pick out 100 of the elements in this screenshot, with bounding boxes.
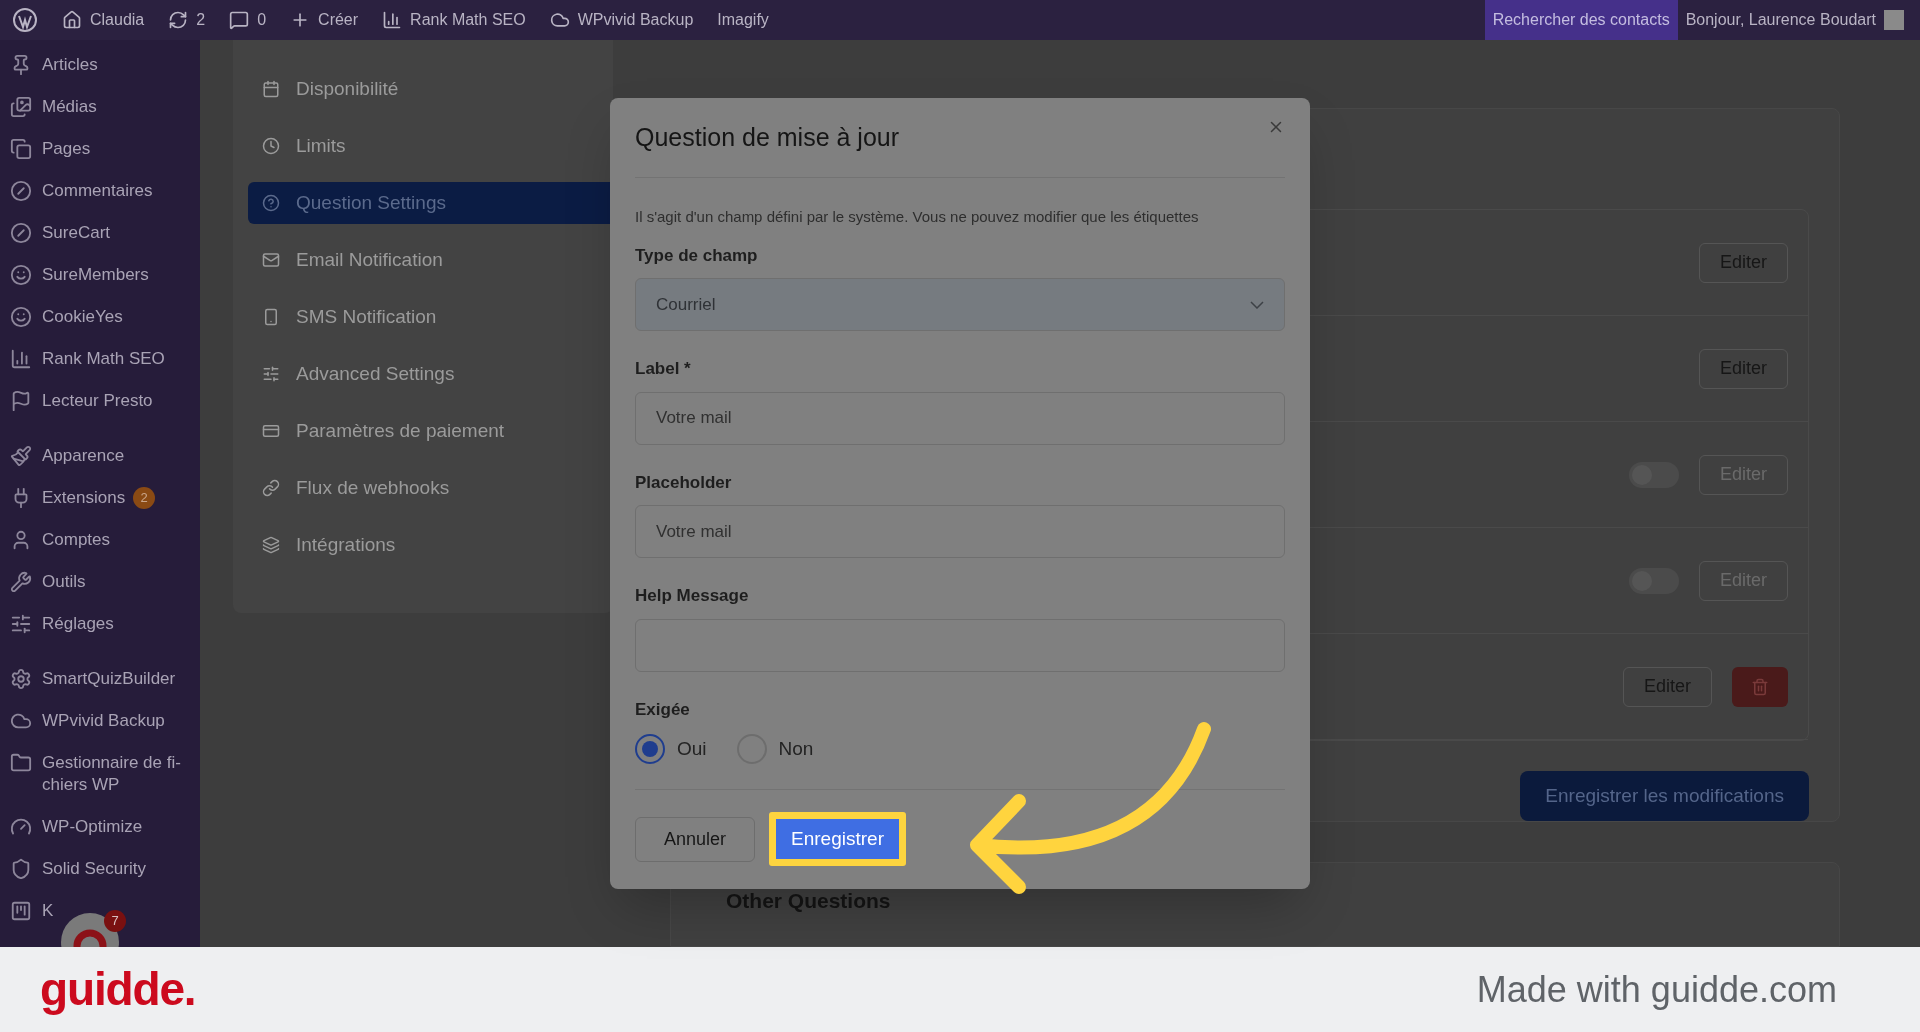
admin-bar-link[interactable]: Claudia xyxy=(50,8,157,32)
settings-nav-item[interactable]: Intégrations xyxy=(248,524,598,566)
dialog-title: Question de mise à jour xyxy=(635,121,900,153)
settings-nav-item[interactable]: Disponibilité xyxy=(248,68,598,110)
system-field-notice: Il s'agit d'un champ défini par le système. Vous ne pouvez modifier que les étiquettes xyxy=(635,207,1200,227)
sidebar-item[interactable]: Solid Security xyxy=(0,848,146,890)
update-count-badge: 2 xyxy=(133,487,156,509)
sidebar-item-label: CookieYes xyxy=(42,306,123,328)
sidebar-item-icon xyxy=(10,264,32,286)
admin-bar-link[interactable]: Créer xyxy=(278,8,371,32)
sidebar-item[interactable]: Extensions 2 xyxy=(0,477,156,519)
sidebar-item-icon xyxy=(10,180,32,202)
admin-bar-link-icon xyxy=(229,10,250,30)
admin-bar-link-icon xyxy=(549,10,570,30)
settings-nav-item[interactable]: Email Notification xyxy=(248,239,598,281)
select-value: Courriel xyxy=(656,293,716,316)
admin-bar-link-icon xyxy=(168,10,189,30)
settings-nav-item[interactable]: Advanced Settings xyxy=(248,353,598,395)
avatar-icon xyxy=(1884,10,1904,30)
admin-bar-link-icon xyxy=(382,10,403,30)
sidebar-item[interactable]: Commentaires xyxy=(0,170,153,212)
sidebar-item-icon xyxy=(10,858,32,880)
sidebar-item[interactable]: SureCart xyxy=(0,212,111,254)
sidebar-item-label: Gestionnaire de fi-chiers WP xyxy=(42,752,182,796)
text-field[interactable]: Votre mail xyxy=(635,505,1285,558)
greeting-link[interactable]: Bonjour, Laurence Boudart xyxy=(1677,0,1912,40)
sidebar-item-icon xyxy=(10,752,32,774)
sidebar-item[interactable]: Rank Math SEO xyxy=(0,338,165,380)
settings-nav-item-icon xyxy=(262,308,280,326)
admin-bar-link-icon xyxy=(62,10,82,30)
sidebar-item[interactable]: Gestionnaire de fi-chiers WP xyxy=(0,742,187,806)
required-label: Exigée xyxy=(635,698,691,721)
sidebar-item-label: Articles xyxy=(42,54,98,76)
delete-button[interactable] xyxy=(1732,666,1788,707)
notification-badge: 7 xyxy=(104,910,126,932)
sidebar-item[interactable]: WP-Optimize xyxy=(0,806,143,848)
admin-bar-link[interactable]: WPvivid Backup xyxy=(537,8,706,32)
sidebar-item[interactable]: Articles xyxy=(0,44,98,86)
settings-nav-item[interactable]: Limits xyxy=(248,125,598,167)
chevron-down-icon xyxy=(1250,300,1264,309)
sidebar-item-icon xyxy=(10,613,32,635)
brand-logo: guidde. xyxy=(40,962,196,1017)
sidebar-item[interactable]: Réglages xyxy=(0,603,114,645)
sidebar-item[interactable]: Apparence xyxy=(0,435,125,477)
sidebar-item[interactable]: K xyxy=(0,890,54,932)
sidebar-item-label: Comptes xyxy=(42,529,111,551)
sidebar-item-icon xyxy=(10,306,32,328)
sidebar-item-label: WP-Optimize xyxy=(42,816,143,838)
cancel-button[interactable]: Annuler xyxy=(635,816,756,862)
sidebar-item[interactable]: Médias xyxy=(0,86,97,128)
sidebar-item-label: SmartQuizBuilder xyxy=(42,668,176,690)
search-contacts-link[interactable]: Rechercher des contacts xyxy=(1484,0,1678,40)
sidebar-item[interactable]: WPvivid Backup xyxy=(0,700,165,742)
sidebar-item-icon xyxy=(10,96,32,118)
sidebar-item-label: Outils xyxy=(42,571,86,593)
sidebar-item-label: WPvivid Backup xyxy=(42,710,165,732)
sidebar-item-label: SureMembers xyxy=(42,264,149,286)
settings-nav-item[interactable]: Flux de webhooks xyxy=(248,467,598,509)
sidebar-item[interactable]: CookieYes xyxy=(0,296,123,338)
sidebar-item[interactable]: SureMembers xyxy=(0,254,149,296)
sidebar-item[interactable]: Pages xyxy=(0,128,91,170)
sidebar-item-label: K xyxy=(42,900,54,922)
settings-nav-item[interactable]: Paramètres de paiement xyxy=(248,410,598,452)
radio-option[interactable]: Non xyxy=(736,734,814,764)
admin-bar-link[interactable]: Rank Math SEO xyxy=(370,8,538,32)
settings-nav-item[interactable]: SMS Notification xyxy=(248,296,598,338)
sidebar-item-label: Apparence xyxy=(42,445,125,467)
sidebar-item-label: Commentaires xyxy=(42,180,153,202)
radio-option[interactable]: Oui xyxy=(635,734,707,764)
admin-bar-link[interactable]: 2 xyxy=(156,8,218,32)
settings-nav-item-icon xyxy=(262,137,280,155)
sidebar-item-icon xyxy=(10,390,32,412)
footer-tagline: Made with guidde.com xyxy=(1476,967,1837,1012)
admin-bar-link[interactable]: 0 xyxy=(217,8,279,32)
settings-nav-item-icon xyxy=(262,479,280,497)
sidebar-item-icon xyxy=(10,348,32,370)
sidebar-item-icon xyxy=(10,668,32,690)
admin-bar-link[interactable]: Imagify xyxy=(705,8,781,32)
save-button[interactable]: Enregistrer xyxy=(776,819,899,859)
settings-nav-item-icon xyxy=(262,422,280,440)
sidebar-item[interactable]: Comptes xyxy=(0,519,111,561)
sidebar-item-icon xyxy=(10,445,32,467)
settings-nav-item-icon xyxy=(262,194,280,212)
wordpress-logo-icon[interactable] xyxy=(12,7,38,33)
sidebar-item-label: Réglages xyxy=(42,613,114,635)
field-type-label: Type de champ xyxy=(635,244,759,267)
sidebar-item-icon xyxy=(10,900,32,922)
sidebar-item[interactable]: SmartQuizBuilder xyxy=(0,658,176,700)
field-label: Label * xyxy=(635,358,692,380)
sidebar-item-label: Solid Security xyxy=(42,858,146,880)
settings-nav-item-icon xyxy=(262,365,280,383)
sidebar-item[interactable]: Lecteur Presto xyxy=(0,380,153,422)
sidebar-item-icon xyxy=(10,138,32,160)
sidebar-item-label: Extensions xyxy=(42,487,126,509)
trash-icon xyxy=(1751,677,1769,696)
text-field[interactable]: Votre mail xyxy=(635,391,1285,445)
sidebar-item-icon xyxy=(10,571,32,593)
sidebar-item-label: SureCart xyxy=(42,222,111,244)
sidebar-item[interactable]: Outils xyxy=(0,561,86,603)
field-label: Placeholder xyxy=(635,471,733,494)
